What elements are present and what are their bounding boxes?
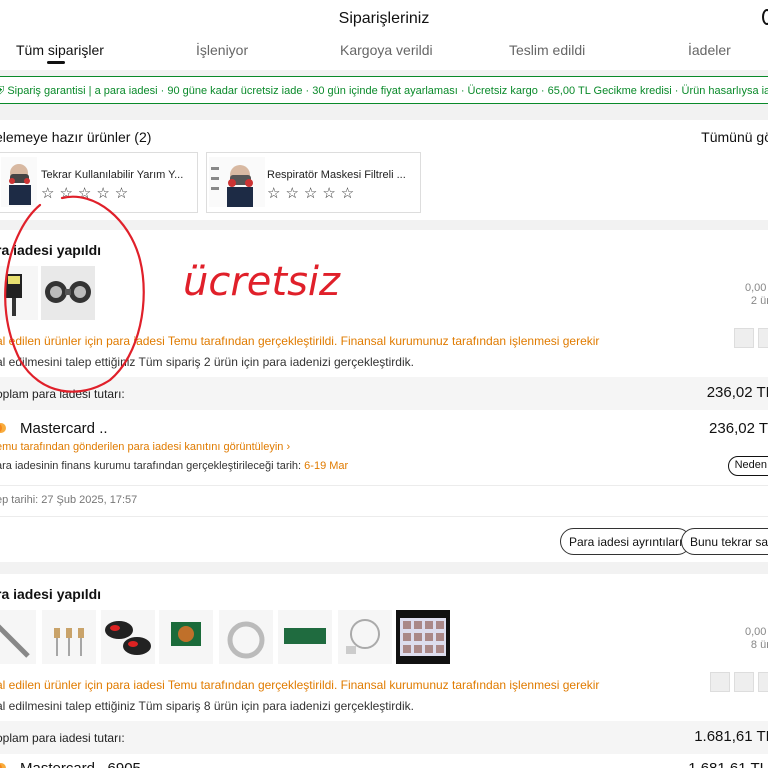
page-title: Siparişleriniz: [338, 10, 430, 27]
divider: [0, 485, 768, 486]
mini-thumbnails[interactable]: [734, 328, 768, 350]
tab-delivered[interactable]: Teslim edildi: [509, 42, 585, 58]
shield-icon: ⛨: [0, 85, 4, 97]
review-item[interactable]: Respiratör Maskesi Filtreli ... ☆☆☆☆☆: [206, 152, 421, 213]
card-name: Mastercard ..6905: [20, 760, 141, 768]
refund-order-card: ra iadesi yapıldı 0,00 8 ü al edilen ürü…: [0, 574, 768, 768]
header: Siparişleriniz Tüm siparişler İşleniyor …: [0, 0, 768, 70]
mini-thumbnail: [710, 672, 730, 692]
order-amount: 0,00 T: [745, 626, 768, 638]
review-section: elemeye hazır ürünler (2) Tümünü gö Tekr…: [0, 120, 768, 220]
active-tab-indicator: [47, 61, 65, 64]
see-all-link[interactable]: Tümünü gö: [701, 129, 768, 145]
product-thumbnail: [42, 610, 96, 664]
refund-products[interactable]: [0, 266, 460, 322]
product-thumbnail: [101, 610, 155, 664]
rating-stars[interactable]: ☆☆☆☆☆: [267, 184, 359, 202]
product-thumbnail: [278, 610, 332, 664]
product-thumbnail: [396, 610, 450, 664]
product-thumbnail: [0, 266, 38, 320]
tab-processing[interactable]: İşleniyor: [196, 42, 248, 58]
rating-stars[interactable]: ☆☆☆☆☆: [41, 184, 133, 202]
refund-order-card: ra iadesi yapıldı 0,00 T 2 ürü: [0, 230, 768, 562]
payment-method-row: Mastercard .. 236,02 T: [0, 420, 768, 440]
banner-credit: 65,00 TL Gecikme kredisi · Ürün hasarlıy…: [547, 85, 768, 97]
buy-again-button[interactable]: Bunu tekrar satın: [681, 528, 768, 555]
refund-total-row: oplam para iadesi tutarı: 236,02 TL: [0, 377, 768, 410]
product-thumbnail: [219, 610, 273, 664]
mastercard-icon: [0, 763, 6, 768]
guarantee-banner[interactable]: ⛨ Sipariş garantisi | a para iadesi · 90…: [0, 76, 768, 104]
order-price: 0,00 T 2 ürü: [745, 282, 768, 308]
banner-guarantee: Sipariş garantisi: [7, 85, 86, 97]
tab-shipped[interactable]: Kargoya verildi: [340, 42, 433, 58]
finance-date: 6-19 Mar: [304, 460, 349, 472]
refund-total-label: oplam para iadesi tutarı:: [0, 387, 125, 401]
order-tabs: Tüm siparişler İşleniyor Kargoya verildi…: [0, 42, 768, 68]
refund-products[interactable]: [0, 610, 460, 666]
mini-thumbnail: [734, 672, 754, 692]
refund-detail: al edilmesini talep ettiğiniz Tüm sipari…: [0, 699, 414, 713]
payment-method-row: Mastercard ..6905 1.681,61 TL: [0, 760, 768, 768]
mini-thumbnail: [758, 672, 768, 692]
refund-notice: al edilen ürünler için para iadesi Temu …: [0, 334, 600, 348]
card-refund-amount: 1.681,61 TL: [688, 760, 768, 768]
refund-total-value: 1.681,61 TL: [694, 728, 768, 745]
refund-details-button[interactable]: Para iadesi ayrıntıları: [560, 528, 692, 555]
item-count: 2 ürü: [750, 295, 768, 307]
card-refund-amount: 236,02 T: [709, 420, 768, 437]
finance-date-label: ara iadesinin finans kurumu tarafından g…: [0, 460, 302, 472]
mini-thumbnail: [758, 328, 768, 348]
product-thumbnail: [0, 610, 36, 664]
finance-date-line: ara iadesinin finans kurumu tarafından g…: [0, 460, 348, 472]
help-icon[interactable]: [762, 9, 768, 25]
product-thumbnail: [41, 266, 95, 320]
mini-thumbnails[interactable]: [710, 672, 768, 694]
product-thumbnail: [159, 610, 213, 664]
refund-total-value: 236,02 TL: [706, 384, 768, 401]
order-price: 0,00 T 8 ürü: [745, 626, 768, 652]
review-item-title: Respiratör Maskesi Filtreli ...: [267, 169, 406, 181]
refund-status-title: ra iadesi yapıldı: [0, 242, 102, 258]
refund-total-row: oplam para iadesi tutarı: 1.681,61 TL: [0, 721, 768, 754]
review-heading: elemeye hazır ürünler (2): [0, 129, 152, 145]
orders-page: Siparişleriniz Tüm siparişler İşleniyor …: [0, 0, 768, 768]
refund-notice: al edilen ürünler için para iadesi Temu …: [0, 678, 600, 692]
review-item[interactable]: Tekrar Kullanılabilir Yarım Y... ☆☆☆☆☆: [0, 152, 198, 213]
refund-detail: al edilmesini talep ettiğiniz Tüm sipari…: [0, 355, 414, 369]
banner-benefits: a para iadesi · 90 güne kadar ücretsiz i…: [94, 85, 538, 97]
mini-thumbnail: [734, 328, 754, 348]
product-thumbnail: [209, 157, 265, 207]
refund-status-title: ra iadesi yapıldı: [0, 586, 102, 602]
banner-text: ⛨ Sipariş garantisi | a para iadesi · 90…: [0, 85, 768, 98]
refund-total-label: oplam para iadesi tutarı:: [0, 731, 125, 745]
divider: [0, 516, 768, 517]
review-item-title: Tekrar Kullanılabilir Yarım Y...: [41, 169, 184, 181]
tab-returns[interactable]: İadeler: [688, 42, 731, 58]
order-amount: 0,00 T: [745, 282, 768, 294]
request-date: ep tarihi: 27 Şub 2025, 17:57: [0, 494, 138, 506]
why-button[interactable]: Neden: [727, 456, 768, 476]
mastercard-icon: [0, 423, 6, 433]
card-name: Mastercard ..: [20, 420, 108, 437]
product-thumbnail: [1, 157, 37, 207]
refund-proof-link[interactable]: emu tarafından gönderilen para iadesi ka…: [0, 441, 290, 453]
product-thumbnail: [338, 610, 392, 664]
item-count: 8 ürü: [750, 639, 768, 651]
tab-all-orders[interactable]: Tüm siparişler: [16, 42, 104, 58]
